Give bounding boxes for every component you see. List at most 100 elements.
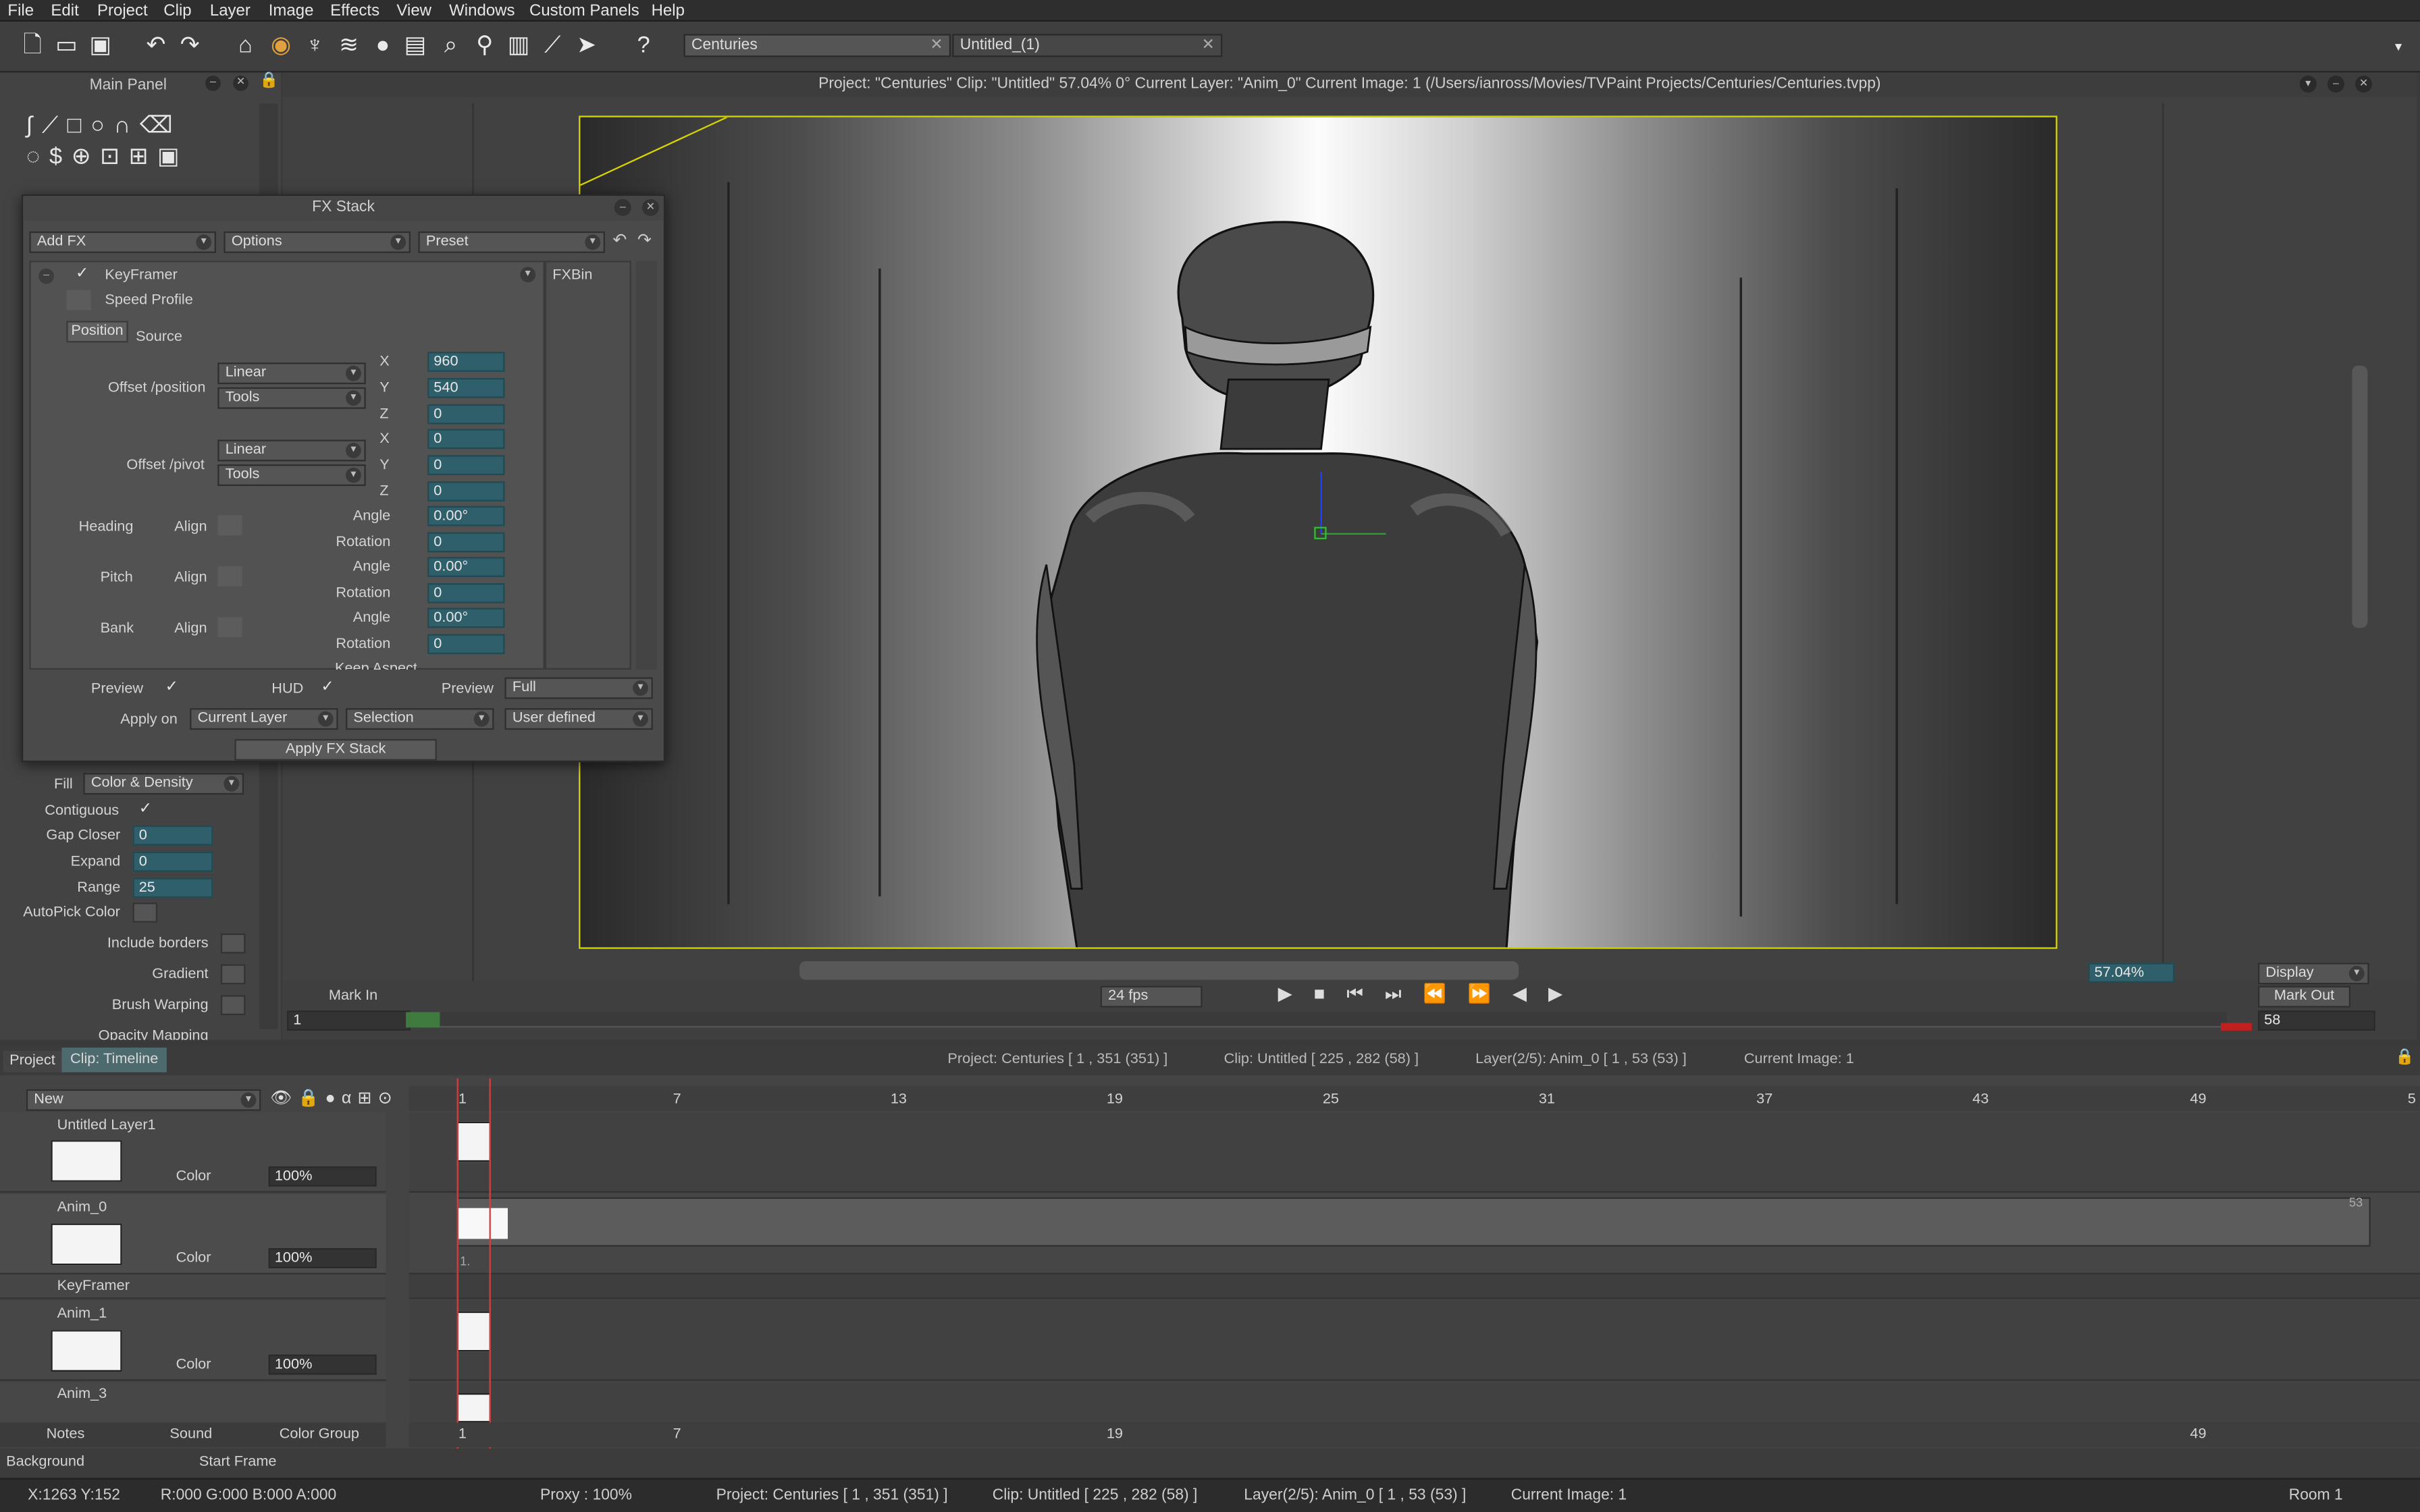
preview-mode-select[interactable]: Full ▼	[504, 677, 653, 699]
undo-icon[interactable]: ↶	[142, 32, 169, 60]
heading-align-checkbox[interactable]	[217, 515, 242, 536]
color-wheel-icon[interactable]: ◉	[267, 32, 294, 60]
tools-select[interactable]: Tools ▼	[217, 387, 366, 409]
pitch-rotation-field[interactable]: 0	[427, 583, 505, 603]
layer-blend-mode[interactable]: Color	[176, 1168, 211, 1185]
minimize-icon[interactable]: –	[614, 198, 631, 216]
chevron-down-icon[interactable]: ▾	[2384, 32, 2412, 60]
menu-view[interactable]: View	[396, 1, 431, 20]
redo-icon[interactable]: ↷	[176, 32, 204, 60]
apply-layer-select[interactable]: Current Layer ▼	[190, 708, 338, 730]
tab-color-group[interactable]: Color Group	[280, 1426, 359, 1442]
playhead[interactable]	[456, 1078, 491, 1449]
bank-angle-field[interactable]: 0.00°	[427, 608, 505, 628]
close-icon[interactable]: ✕	[2355, 76, 2373, 93]
tab-sound[interactable]: Sound	[169, 1426, 212, 1442]
frame-slider[interactable]	[421, 1012, 2228, 1028]
search-icon[interactable]: ⌕	[437, 32, 465, 60]
menu-windows[interactable]: Windows	[449, 1, 515, 20]
menu-help[interactable]: Help	[652, 1, 685, 20]
add-fx-select[interactable]: Add FX ▼	[29, 231, 216, 253]
tools-select[interactable]: Tools ▼	[217, 464, 366, 487]
layer-name[interactable]: Untitled Layer1	[57, 1117, 156, 1134]
pivot-x-field[interactable]: 0	[427, 429, 505, 450]
position-z-field[interactable]: 0	[427, 404, 505, 425]
help-icon[interactable]: ?	[630, 32, 658, 60]
background-label[interactable]: Background	[6, 1453, 84, 1470]
tab-position[interactable]: Position	[66, 321, 128, 343]
menu-file[interactable]: File	[7, 1, 34, 20]
send-icon[interactable]: ➤	[573, 32, 600, 60]
range-select[interactable]: User defined ▼	[504, 708, 653, 730]
frame-slider-handle[interactable]	[406, 1012, 440, 1028]
lock-icon[interactable]: 🔒	[259, 72, 278, 89]
close-icon[interactable]: ✕	[641, 198, 660, 216]
layer-opacity[interactable]: 100%	[268, 1354, 377, 1375]
layer-name[interactable]: Anim_3	[57, 1386, 107, 1403]
expand-field[interactable]: 0	[132, 851, 213, 872]
pitch-angle-field[interactable]: 0.00°	[427, 557, 505, 577]
start-frame-label[interactable]: Start Frame	[199, 1453, 277, 1470]
layer-blend-mode[interactable]: Color	[176, 1249, 211, 1266]
layer-name[interactable]: Anim_0	[57, 1199, 107, 1216]
minimize-icon[interactable]: –	[2327, 76, 2345, 93]
apply-fx-stack-button[interactable]: Apply FX Stack	[234, 738, 437, 761]
close-icon[interactable]: ✕	[1202, 36, 1215, 57]
frame-ruler-bottom[interactable]	[409, 1422, 2420, 1447]
lock-icon[interactable]: 🔒	[2395, 1049, 2414, 1066]
chevron-down-icon[interactable]: ▼	[520, 267, 536, 283]
display-select[interactable]: Display ▼	[2258, 963, 2369, 985]
options-select[interactable]: Options ▼	[223, 231, 411, 253]
brush-icon[interactable]: ⚲	[471, 32, 498, 60]
mark-in-label[interactable]: Mark In	[329, 988, 377, 1004]
menu-image[interactable]: Image	[269, 1, 314, 20]
heading-angle-field[interactable]: 0.00°	[427, 506, 505, 526]
toolbox-icon[interactable]: ⌂	[232, 32, 259, 60]
layers-icon[interactable]: ≋	[335, 32, 363, 60]
redo-icon[interactable]: ↷	[637, 230, 652, 250]
menu-clip[interactable]: Clip	[163, 1, 191, 20]
frame-end-field[interactable]: 58	[2258, 1010, 2375, 1031]
heading-rotation-field[interactable]: 0	[427, 532, 505, 553]
fps-select[interactable]: 24 fps	[1100, 986, 1203, 1008]
menu-layer[interactable]: Layer	[210, 1, 251, 20]
range-field[interactable]: 25	[132, 878, 213, 898]
layer-blend-mode[interactable]: Color	[176, 1356, 211, 1373]
pivot-y-field[interactable]: 0	[427, 455, 505, 476]
pivot-z-field[interactable]: 0	[427, 481, 505, 502]
gap-closer-field[interactable]: 0	[132, 825, 213, 846]
tab-source[interactable]: Source	[136, 329, 182, 346]
gradient-checkbox[interactable]	[220, 964, 246, 985]
frame-start-field[interactable]: 1	[287, 1010, 411, 1031]
menu-custom-panels[interactable]: Custom Panels	[529, 1, 639, 20]
menu-effects[interactable]: Effects	[330, 1, 379, 20]
interpolation-select[interactable]: Linear ▼	[217, 439, 366, 462]
save-icon[interactable]: ▣	[86, 32, 114, 60]
tab-project[interactable]: Project	[3, 1050, 62, 1073]
layer-opacity[interactable]: 100%	[268, 1248, 377, 1268]
fxbin-label[interactable]: FXBin	[552, 267, 592, 284]
interpolation-select[interactable]: Linear ▼	[217, 362, 366, 385]
close-icon[interactable]: ✕	[930, 36, 943, 57]
minimize-icon[interactable]: –	[205, 76, 221, 91]
doc-tab-centuries[interactable]: Centuries ✕	[683, 34, 951, 57]
autopick-checkbox[interactable]	[132, 902, 158, 923]
layer-track[interactable]	[409, 1382, 2420, 1423]
preset-select[interactable]: Preset ▼	[418, 231, 606, 253]
drawing-canvas[interactable]	[579, 115, 2057, 949]
fx-scrollbar[interactable]	[635, 261, 658, 670]
tab-notes[interactable]: Notes	[47, 1426, 85, 1442]
bank-align-checkbox[interactable]	[217, 617, 242, 638]
frame-ruler[interactable]	[409, 1086, 2420, 1111]
mark-out-button[interactable]: Mark Out	[2258, 986, 2351, 1008]
brush-set-icon[interactable]: ♆	[301, 32, 329, 60]
collapse-icon[interactable]: –	[38, 268, 54, 284]
brush-warping-checkbox[interactable]	[220, 995, 246, 1016]
open-file-icon[interactable]: ▭	[53, 32, 80, 60]
layer-track[interactable]	[409, 1300, 2420, 1381]
undo-icon[interactable]: ↶	[612, 230, 627, 250]
fill-mode-select[interactable]: Color & Density ▼	[83, 773, 244, 795]
new-file-icon[interactable]: 🗋	[18, 32, 46, 60]
viewer-horizontal-scrollbar[interactable]	[799, 961, 1519, 980]
pitch-align-checkbox[interactable]	[217, 566, 242, 587]
